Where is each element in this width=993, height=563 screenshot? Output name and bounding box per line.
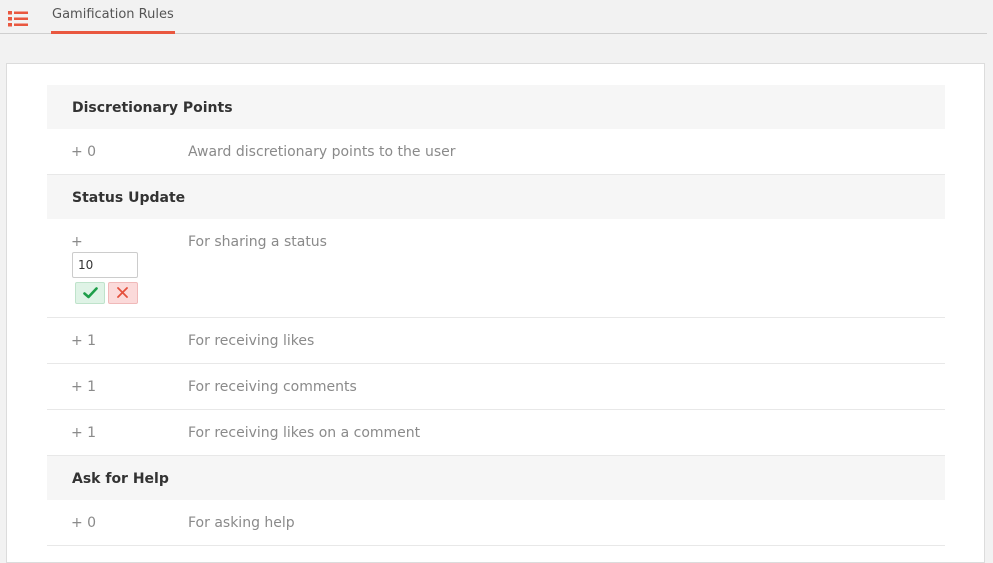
rule-row-editing: + For sharing a status [47, 219, 945, 318]
rule-row: + 1 For receiving likes on a comment [47, 410, 945, 456]
section-header-status-update: Status Update [47, 175, 945, 219]
rule-description: For receiving comments [188, 379, 357, 395]
top-navigation-bar: Gamification Rules [0, 0, 987, 34]
rule-description: For receiving likes on a comment [188, 425, 421, 441]
rule-points[interactable]: + 1 [71, 332, 96, 350]
rule-description: For sharing a status [188, 234, 327, 250]
rule-points[interactable]: + 1 [71, 424, 96, 442]
rule-row: + 0 For asking help [47, 500, 945, 546]
confirm-button[interactable] [75, 282, 105, 304]
rule-points[interactable]: + 0 [71, 514, 96, 532]
rules-panel: Discretionary Points + 0 Award discretio… [6, 63, 985, 563]
list-menu-icon[interactable] [8, 11, 28, 27]
rule-row: + 1 For receiving comments [47, 364, 945, 410]
rule-row: + 1 For receiving likes [47, 318, 945, 364]
section-header-discretionary-points: Discretionary Points [47, 85, 945, 129]
rule-description: For receiving likes [188, 333, 315, 349]
rule-points-prefix: + [71, 234, 83, 250]
rule-description: Award discretionary points to the user [188, 144, 456, 160]
rule-description: For asking help [188, 515, 295, 531]
rule-points[interactable]: + 0 [71, 143, 96, 161]
rules-list: Discretionary Points + 0 Award discretio… [47, 85, 945, 546]
points-input[interactable] [72, 252, 138, 278]
rule-row: + 0 Award discretionary points to the us… [47, 129, 945, 175]
rule-points[interactable]: + 1 [71, 378, 96, 396]
cancel-button[interactable] [108, 282, 138, 304]
section-header-ask-for-help: Ask for Help [47, 456, 945, 500]
tab-gamification-rules[interactable]: Gamification Rules [51, 0, 175, 34]
